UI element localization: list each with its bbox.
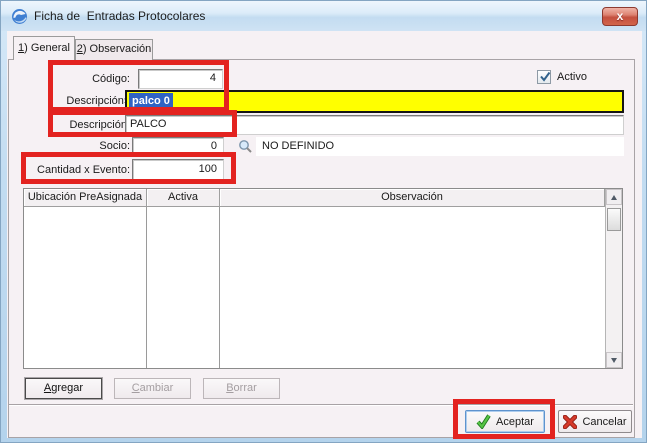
- descripcion-field[interactable]: PALCO: [125, 115, 624, 135]
- cambiar-button[interactable]: Cambiar: [114, 378, 191, 399]
- socio-field[interactable]: 0: [132, 137, 224, 156]
- aceptar-label: Aceptar: [496, 416, 534, 428]
- scrollbar-thumb[interactable]: [607, 208, 621, 231]
- tab-general[interactable]: 1) General: [13, 36, 75, 60]
- activo-checkbox[interactable]: [537, 70, 551, 84]
- aceptar-button[interactable]: Aceptar: [465, 410, 545, 433]
- column-header-ubicacion: Ubicación PreAsignada: [24, 189, 147, 207]
- cancel-x-icon: [563, 415, 577, 429]
- grid-column-divider: [219, 207, 220, 368]
- tab-observacion[interactable]: 2) Observación: [75, 39, 153, 60]
- check-icon: [476, 414, 491, 429]
- grid-header: Ubicación PreAsignada Activa Observación: [24, 189, 605, 207]
- cancelar-button[interactable]: Cancelar: [558, 410, 632, 433]
- dialog-window: Ficha de Entradas Protocolares x 1) Gene…: [0, 0, 647, 443]
- cancelar-label: Cancelar: [582, 416, 626, 428]
- agregar-button[interactable]: Agregar: [25, 378, 102, 399]
- socio-display: NO DEFINIDO: [256, 137, 624, 156]
- close-button[interactable]: x: [602, 7, 638, 26]
- arrow-up-icon: [611, 195, 617, 200]
- column-header-activa: Activa: [147, 189, 220, 207]
- app-icon: [11, 8, 28, 25]
- arrow-down-icon: [611, 358, 617, 363]
- grid-column-divider: [146, 207, 147, 368]
- borrar-button[interactable]: Borrar: [203, 378, 280, 399]
- descripcion-lookup-label: Descripción»: [7, 93, 135, 109]
- search-icon[interactable]: [238, 139, 253, 154]
- cantidad-label: Cantidad x Evento:: [7, 162, 135, 178]
- grid-vertical-scrollbar[interactable]: [605, 189, 622, 368]
- client-area: 1) General 2) Observación Código: 4 Desc…: [7, 31, 642, 438]
- selected-text: palco 0: [129, 93, 173, 110]
- cantidad-field[interactable]: 100: [132, 159, 224, 180]
- title-bar: Ficha de Entradas Protocolares x: [1, 1, 646, 31]
- socio-label: Socio:: [7, 138, 135, 154]
- scroll-down-button[interactable]: [606, 352, 622, 368]
- preassigned-locations-grid[interactable]: Ubicación PreAsignada Activa Observación: [23, 188, 623, 369]
- footer-divider: [9, 404, 633, 406]
- activo-label: Activo: [557, 70, 587, 84]
- descripcion-lookup-field[interactable]: palco 0: [125, 90, 624, 113]
- codigo-label: Código:: [7, 71, 135, 87]
- window-title: Ficha de Entradas Protocolares: [34, 9, 205, 23]
- scroll-up-button[interactable]: [606, 189, 622, 205]
- column-header-observacion: Observación: [220, 189, 605, 207]
- checkbox-check-icon: [538, 70, 552, 84]
- descripcion-label: Descripción:: [7, 117, 135, 133]
- codigo-field[interactable]: 4: [138, 69, 223, 89]
